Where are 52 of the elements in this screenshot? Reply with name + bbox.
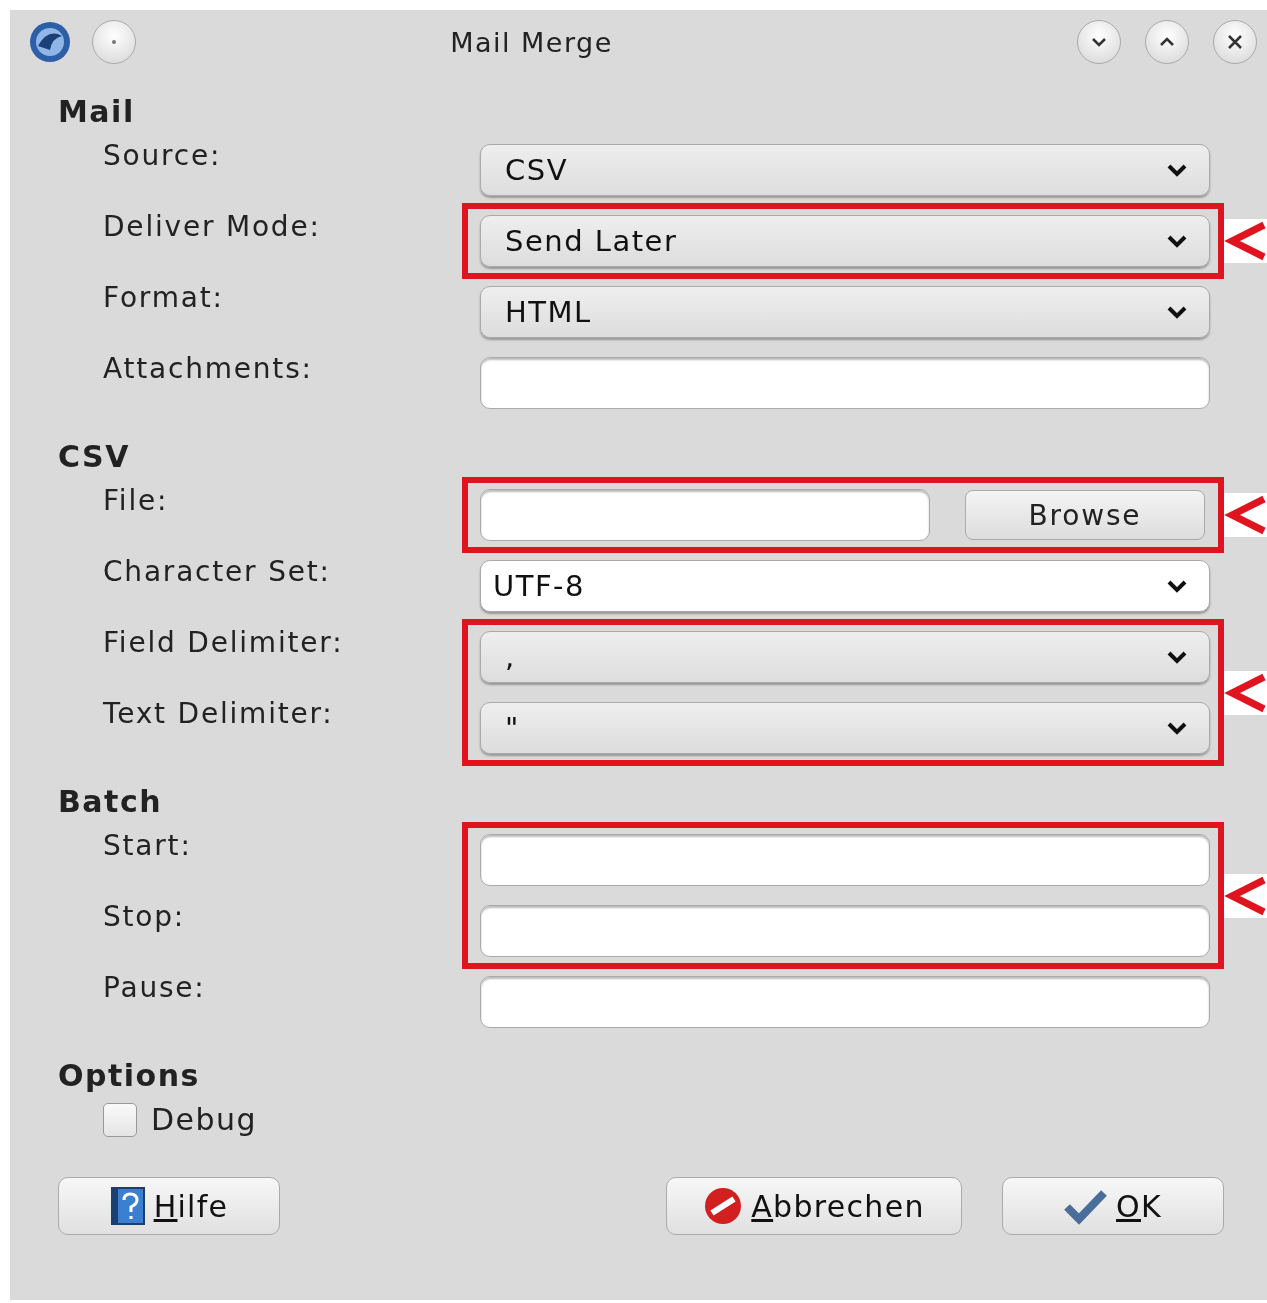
field-label: Pause: <box>103 970 206 1006</box>
close-button[interactable] <box>1213 20 1257 64</box>
field-label: Character Set: <box>103 554 331 590</box>
arrow-mark <box>1224 219 1267 263</box>
close-icon <box>1226 33 1244 51</box>
field-label: Deliver Mode: <box>103 209 321 245</box>
input-field[interactable] <box>480 834 1210 886</box>
ok-button[interactable]: OK <box>1002 1177 1224 1235</box>
chevron-icon <box>1167 234 1187 248</box>
arrow-mark <box>1224 873 1267 918</box>
chevron-icon <box>1167 579 1187 593</box>
dropdown[interactable]: UTF-8 <box>480 560 1210 612</box>
browse-button[interactable]: Browse <box>965 490 1205 540</box>
input-field[interactable] <box>480 976 1210 1028</box>
input-field[interactable] <box>480 357 1210 409</box>
chevron-icon <box>1167 650 1187 664</box>
arrow-mark <box>1224 670 1267 715</box>
checkbox[interactable] <box>103 1102 137 1137</box>
input-field[interactable] <box>480 489 930 541</box>
dropdown[interactable]: HTML <box>480 286 1210 338</box>
input-field[interactable] <box>480 905 1210 957</box>
dropdown[interactable]: CSV <box>480 144 1210 196</box>
minimize-button[interactable] <box>1077 20 1121 64</box>
field-label: Field Delimiter: <box>103 625 344 661</box>
field-label: Stop: <box>103 899 186 935</box>
dropdown[interactable]: " <box>480 702 1210 754</box>
field-label: Attachments: <box>103 351 313 387</box>
window-title: Mail Merge <box>449 26 614 58</box>
maximize-button[interactable] <box>1145 20 1189 64</box>
chevron-icon <box>1167 163 1187 177</box>
field-label: Start: <box>103 828 192 864</box>
arrow-mark <box>1224 493 1267 537</box>
field-label: Text Delimiter: <box>103 696 334 732</box>
dropdown[interactable]: Send Later <box>480 215 1210 267</box>
cancel-button[interactable]: Abbrechen <box>666 1177 962 1235</box>
dropdown[interactable]: , <box>480 631 1210 683</box>
section-heading: Mail <box>58 93 136 131</box>
app-icon <box>28 20 72 64</box>
window-menu-button[interactable] <box>92 20 136 64</box>
help-button[interactable]: Hilfe <box>58 1177 280 1235</box>
help-book-icon <box>109 1186 146 1226</box>
section-heading: Options <box>58 1057 201 1095</box>
chevron-icon <box>1167 305 1187 319</box>
section-heading: CSV <box>58 438 131 476</box>
chevron-icon <box>1167 721 1187 735</box>
dot-icon <box>110 38 118 46</box>
field-label: File: <box>103 483 169 519</box>
field-label: Format: <box>103 280 224 316</box>
section-heading: Batch <box>58 783 164 821</box>
field-label: Source: <box>103 138 222 174</box>
cancel-icon <box>703 1186 744 1226</box>
checkbox-label: Debug <box>151 1102 258 1137</box>
